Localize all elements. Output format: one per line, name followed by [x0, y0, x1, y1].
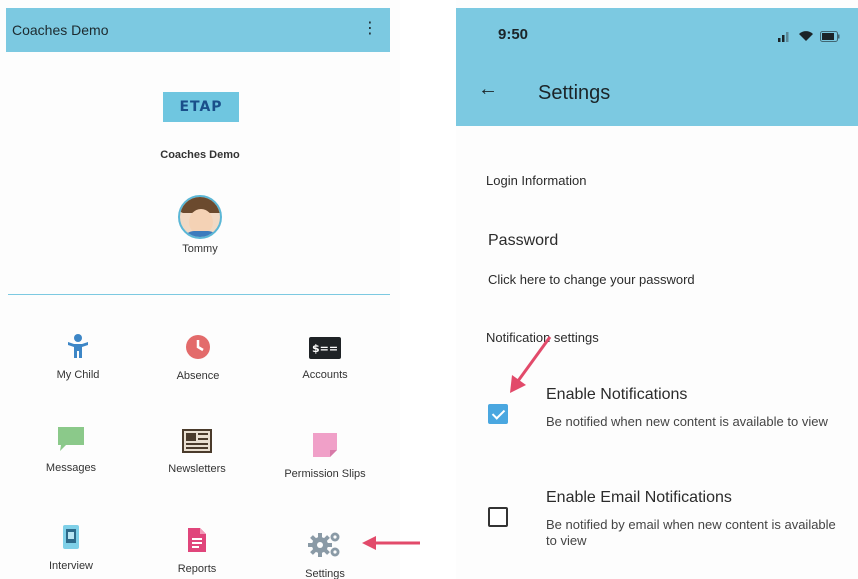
child-name: Tommy — [182, 243, 218, 255]
section-login-information: Login Information — [486, 173, 587, 188]
left-app-title: Coaches Demo — [12, 22, 109, 38]
back-arrow-icon[interactable]: ← — [478, 78, 498, 101]
pref-title: Enable Email Notifications — [546, 489, 732, 506]
report-icon — [188, 528, 206, 552]
password-setting-title[interactable]: Password — [488, 232, 558, 250]
overflow-menu-icon[interactable]: ⋮ — [362, 18, 378, 38]
grid-item-messages[interactable]: Messages — [16, 426, 126, 474]
money-icon-text: $== — [312, 342, 338, 355]
grid-item-label: Absence — [176, 370, 220, 382]
left-screen: Coaches Demo ⋮ ETAP Coaches Demo Tommy M… — [0, 0, 400, 579]
status-time: 9:50 — [498, 26, 529, 43]
wifi-icon — [799, 31, 813, 41]
enable-notifications-checkbox[interactable] — [488, 404, 508, 424]
grid-item-label: Interview — [48, 560, 94, 572]
status-bar: 9:50 — [456, 8, 858, 58]
phone-icon — [63, 525, 79, 549]
pref-title: Enable Notifications — [546, 386, 688, 403]
divider — [8, 294, 390, 295]
grid-item-label: Settings — [305, 568, 345, 579]
gears-icon — [308, 532, 340, 557]
logo-text: ETAP — [179, 99, 223, 115]
clock-icon — [186, 335, 210, 359]
status-icons — [778, 30, 840, 42]
left-app-bar: Coaches Demo ⋮ — [6, 8, 390, 52]
right-screen: 9:50 ← Settings Login Information Passwo… — [456, 0, 858, 579]
grid-item-accounts[interactable]: $== Accounts — [270, 337, 380, 381]
newspaper-icon — [182, 429, 212, 453]
school-name: Coaches Demo — [160, 149, 240, 161]
permission-slip-icon — [313, 433, 337, 457]
grid-item-label: Messages — [45, 462, 97, 474]
settings-app-bar: ← Settings — [456, 58, 858, 126]
annotation-arrow-down — [510, 336, 552, 393]
signal-icon — [778, 32, 789, 42]
password-setting-subtitle[interactable]: Click here to change your password — [488, 272, 695, 287]
grid-item-absence[interactable]: Absence — [143, 334, 253, 382]
grid-item-label: Permission Slips — [284, 468, 366, 480]
child-icon — [68, 334, 88, 358]
battery-icon — [820, 30, 840, 42]
school-logo: ETAP — [163, 92, 239, 122]
child-avatar[interactable] — [178, 195, 222, 239]
enable-email-notifications-checkbox[interactable] — [488, 507, 508, 527]
grid-item-label: Accounts — [302, 369, 348, 381]
grid-item-newsletters[interactable]: Newsletters — [142, 429, 252, 475]
grid-item-label: Newsletters — [168, 463, 226, 475]
grid-item-label: Reports — [177, 563, 217, 575]
page-title: Settings — [538, 82, 611, 104]
grid-item-interview[interactable]: Interview — [16, 524, 126, 572]
grid-item-my-child[interactable]: My Child — [23, 333, 133, 381]
pref-subtitle: Be notified by email when new content is… — [546, 517, 836, 548]
annotation-arrow-left — [362, 536, 420, 550]
grid-item-label: My Child — [56, 369, 100, 381]
pref-subtitle: Be notified when new content is availabl… — [546, 414, 828, 429]
pref-enable-email-notifications[interactable]: Enable Email Notifications Be notified b… — [488, 487, 858, 557]
message-icon — [58, 427, 84, 451]
grid-item-reports[interactable]: Reports — [142, 527, 252, 575]
grid-item-permission-slips[interactable]: Permission Slips — [270, 432, 380, 480]
money-icon: $== — [309, 337, 341, 359]
